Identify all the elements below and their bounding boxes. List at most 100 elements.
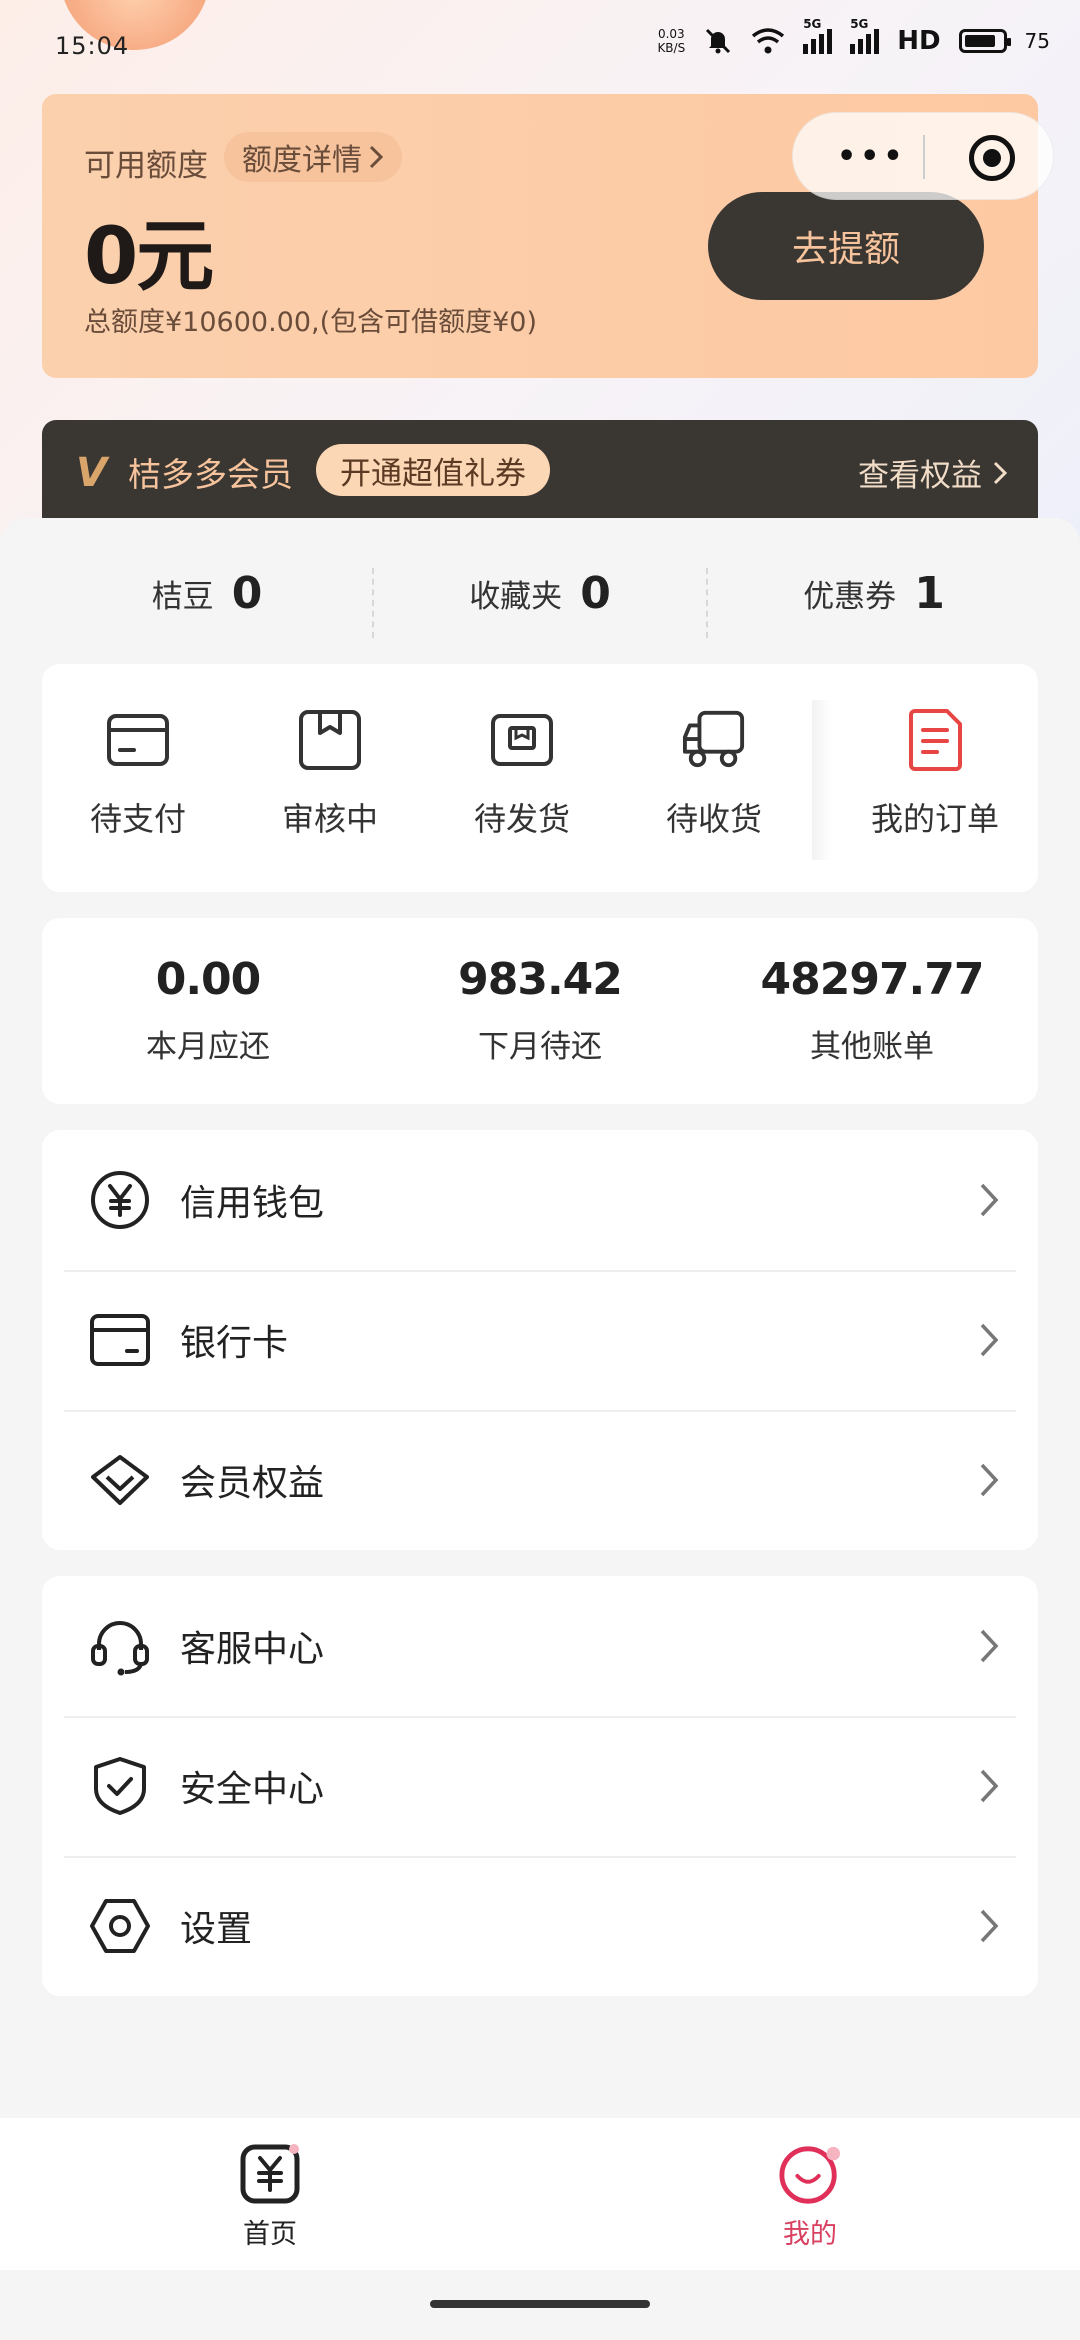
available-amount: 0元: [84, 212, 214, 302]
tab-home[interactable]: 首页: [170, 2118, 370, 2270]
stat-value: 1: [914, 567, 945, 619]
status-time: 15:04: [55, 32, 130, 60]
bank-card-icon: [88, 1308, 152, 1372]
net-speed: 0.03 KB/S: [657, 27, 685, 55]
my-orders[interactable]: 我的订单: [832, 664, 1038, 892]
tab-label: 我的: [783, 2219, 837, 2250]
limit-detail-label: 额度详情: [242, 143, 362, 178]
home-yuan-icon: [238, 2142, 302, 2206]
order-label: 待收货: [665, 800, 762, 838]
menu-bank-card[interactable]: 银行卡: [42, 1270, 1038, 1410]
bill-label: 其他账单: [810, 1029, 934, 1065]
chevron-right-icon: [974, 1626, 1004, 1666]
stat-favorites[interactable]: 收藏夹 0: [373, 548, 707, 638]
raise-limit-button[interactable]: 去提额: [708, 192, 984, 300]
bottom-tab-bar: 首页 我的: [0, 2118, 1080, 2270]
net-speed-unit: KB/S: [657, 41, 686, 55]
bill-value: 983.42: [458, 954, 623, 1005]
chevron-right-icon: [974, 1766, 1004, 1806]
menu-label: 客服中心: [180, 1629, 325, 1670]
net-speed-value: 0.03: [657, 27, 685, 41]
stats-row: 桔豆 0 收藏夹 0 优惠券 1: [0, 548, 1080, 638]
bills-card: 0.00 本月应还 983.42 下月待还 48297.77 其他账单: [42, 918, 1038, 1104]
wifi-icon: [752, 28, 785, 54]
diamond-icon: [88, 1448, 152, 1512]
chevron-right-icon: [993, 461, 1008, 484]
hd-indicator: HD: [897, 26, 941, 56]
view-benefits-link[interactable]: 查看权益: [858, 450, 1008, 495]
signal-icon: 5G: [850, 17, 880, 54]
order-label: 审核中: [281, 800, 378, 838]
total-limit-text: 总额度¥10600.00,(包含可借额度¥0): [84, 307, 538, 338]
bill-other[interactable]: 48297.77 其他账单: [706, 918, 1038, 1104]
chevron-right-icon: [974, 1460, 1004, 1500]
stat-value: 0: [231, 567, 263, 619]
smile-icon: [778, 2142, 842, 2206]
order-label: 待支付: [89, 800, 186, 838]
stat-coupons[interactable]: 优惠券 1: [707, 548, 1041, 638]
status-icons: 0.03 KB/S 5G 5G HD 75: [657, 17, 1050, 57]
service-menu-card: 客服中心 安全中心 设置: [42, 1576, 1038, 1996]
truck-icon: [682, 708, 746, 772]
mute-bell-icon: [706, 28, 731, 54]
stat-label: 桔豆: [151, 578, 214, 615]
headset-icon: [88, 1614, 152, 1678]
open-coupon-button[interactable]: 开通超值礼券: [316, 444, 550, 496]
close-miniprogram-icon[interactable]: [969, 135, 1015, 181]
menu-label: 会员权益: [180, 1463, 325, 1504]
menu-label: 信用钱包: [180, 1183, 325, 1224]
stat-value: 0: [580, 567, 611, 619]
order-to-receive[interactable]: 待收货: [618, 664, 810, 892]
order-under-review[interactable]: 审核中: [234, 664, 426, 892]
stat-beans[interactable]: 桔豆 0: [40, 548, 374, 638]
home-indicator[interactable]: [430, 2300, 650, 2308]
available-limit-label: 可用额度: [84, 148, 208, 184]
menu-label: 设置: [180, 1909, 253, 1950]
signal-icon: 5G: [803, 17, 833, 54]
chevron-right-icon: [974, 1906, 1004, 1946]
battery-level: 75: [1024, 29, 1050, 53]
menu-label: 银行卡: [180, 1323, 289, 1364]
menu-member-benefits[interactable]: 会员权益: [42, 1410, 1038, 1550]
signal-label: 5G: [850, 16, 869, 31]
chevron-right-icon: [369, 145, 384, 169]
shield-check-icon: [88, 1754, 152, 1818]
order-label: 待发货: [473, 800, 570, 838]
order-label: 我的订单: [870, 800, 999, 838]
menu-credit-wallet[interactable]: 信用钱包: [42, 1130, 1038, 1270]
card-icon: [106, 708, 170, 772]
signal-label: 5G: [803, 16, 822, 31]
order-pending-payment[interactable]: 待支付: [42, 664, 234, 892]
vip-logo-icon: V: [76, 450, 107, 496]
chevron-right-icon: [974, 1180, 1004, 1220]
content-sheet: 桔豆 0 收藏夹 0 优惠券 1 待支付 审核中 待发货 待收货 我的订单 0.…: [0, 518, 1080, 2118]
order-list-icon: [903, 708, 967, 772]
package-icon: [490, 708, 554, 772]
bill-label: 本月应还: [146, 1029, 270, 1065]
limit-detail-button[interactable]: 额度详情: [224, 132, 402, 182]
member-banner[interactable]: V 桔多多会员 开通超值礼券 查看权益: [42, 420, 1038, 530]
menu-security-center[interactable]: 安全中心: [42, 1716, 1038, 1856]
capsule-divider: [923, 135, 925, 179]
bill-label: 下月待还: [478, 1029, 602, 1065]
bill-this-month[interactable]: 0.00 本月应还: [42, 918, 374, 1104]
chevron-right-icon: [974, 1320, 1004, 1360]
yuan-circle-icon: [88, 1168, 152, 1232]
order-to-ship[interactable]: 待发货: [426, 664, 618, 892]
status-bar: 15:04 0.03 KB/S 5G 5G HD 75: [0, 0, 1080, 90]
menu-settings[interactable]: 设置: [42, 1856, 1038, 1996]
bill-value: 48297.77: [760, 954, 984, 1005]
hexagon-settings-icon: [88, 1894, 152, 1958]
stat-label: 收藏夹: [469, 578, 563, 615]
stat-label: 优惠券: [803, 578, 897, 615]
box-icon: [298, 708, 362, 772]
finance-menu-card: 信用钱包 银行卡 会员权益: [42, 1130, 1038, 1550]
more-menu-button[interactable]: •••: [837, 139, 907, 174]
bill-next-month[interactable]: 983.42 下月待还: [374, 918, 706, 1104]
menu-customer-service[interactable]: 客服中心: [42, 1576, 1038, 1716]
orders-card: 待支付 审核中 待发货 待收货 我的订单: [42, 664, 1038, 892]
menu-label: 安全中心: [180, 1769, 325, 1810]
tab-mine[interactable]: 我的: [710, 2118, 910, 2270]
view-benefits-label: 查看权益: [858, 458, 982, 494]
tab-label: 首页: [243, 2219, 297, 2250]
